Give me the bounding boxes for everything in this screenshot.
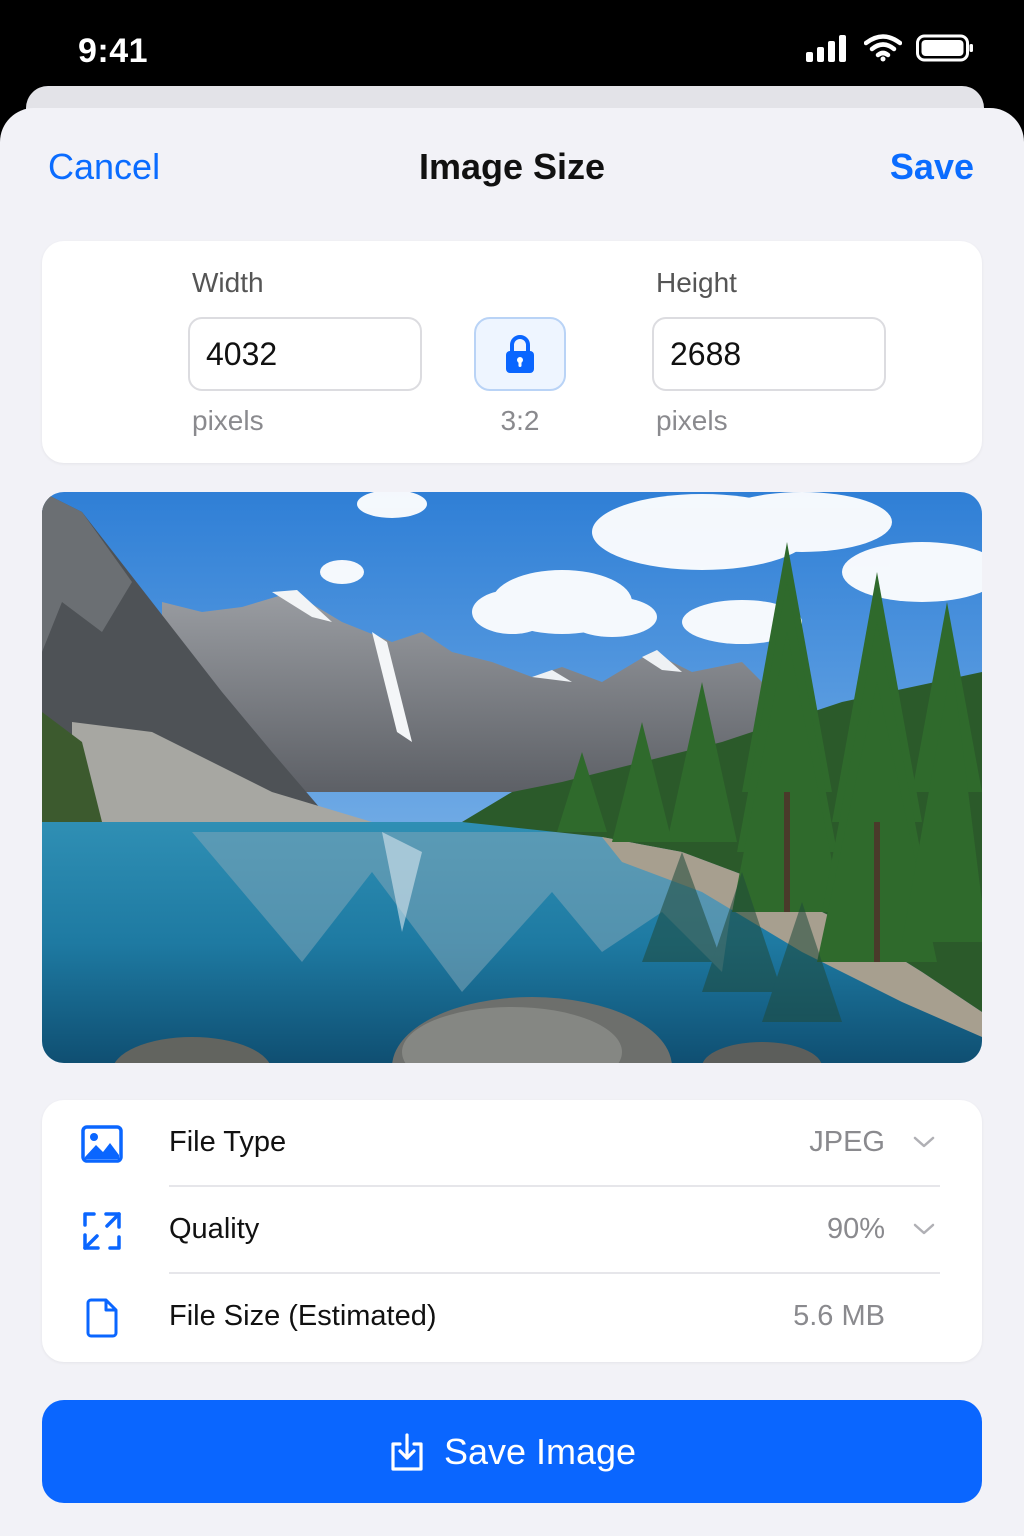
- dimensions-card: Width 4032 pixels 3:2 Height 2688 pixels: [42, 241, 982, 463]
- status-icons: [806, 34, 974, 62]
- height-label: Height: [656, 267, 737, 298]
- lock-icon: [506, 335, 534, 373]
- file-size-value: 5.6 MB: [793, 1300, 885, 1332]
- document-icon: [80, 1296, 124, 1340]
- landscape-photo: [42, 492, 982, 1063]
- aspect-ratio-label: 3:2: [500, 405, 540, 436]
- save-image-button[interactable]: Save Image: [42, 1400, 982, 1503]
- save-image-label: Save Image: [443, 1430, 637, 1472]
- file-type-row[interactable]: File Type JPEG: [42, 1100, 982, 1187]
- height-unit: pixels: [656, 405, 728, 436]
- image-preview: [42, 492, 982, 1063]
- navigation-bar: Cancel Image Size Save: [0, 108, 1024, 228]
- file-type-value: JPEG: [809, 1126, 885, 1158]
- page-title: Image Size: [418, 146, 606, 187]
- chevron-down-icon: [913, 1136, 935, 1148]
- image-icon: [80, 1122, 124, 1166]
- height-field[interactable]: 2688: [652, 317, 886, 391]
- file-size-label: File Size (Estimated): [169, 1300, 437, 1332]
- status-time: 9:41: [78, 32, 149, 70]
- status-bar: 9:41: [0, 0, 1024, 100]
- cellular-signal-icon: [806, 35, 846, 62]
- aspect-lock-button[interactable]: [474, 317, 566, 391]
- file-size-row: File Size (Estimated) 5.6 MB: [42, 1274, 982, 1361]
- file-type-label: File Type: [169, 1126, 287, 1158]
- image-size-sheet: Cancel Image Size Save Width 4032 pixels…: [0, 108, 1024, 1536]
- quality-value: 90%: [826, 1213, 885, 1245]
- chevron-down-icon: [913, 1223, 935, 1235]
- width-label: Width: [192, 267, 264, 298]
- battery-icon: [916, 34, 973, 62]
- quality-row[interactable]: Quality 90%: [42, 1187, 982, 1274]
- width-field[interactable]: 4032: [188, 317, 422, 391]
- download-icon: [391, 1432, 423, 1471]
- wifi-icon: [864, 34, 902, 62]
- save-button[interactable]: Save: [890, 146, 974, 188]
- quality-label: Quality: [169, 1213, 260, 1245]
- resize-arrows-icon: [80, 1209, 124, 1253]
- width-unit: pixels: [192, 405, 264, 436]
- output-settings-card: File Type JPEG Quality 90% File Size (Es…: [42, 1100, 982, 1362]
